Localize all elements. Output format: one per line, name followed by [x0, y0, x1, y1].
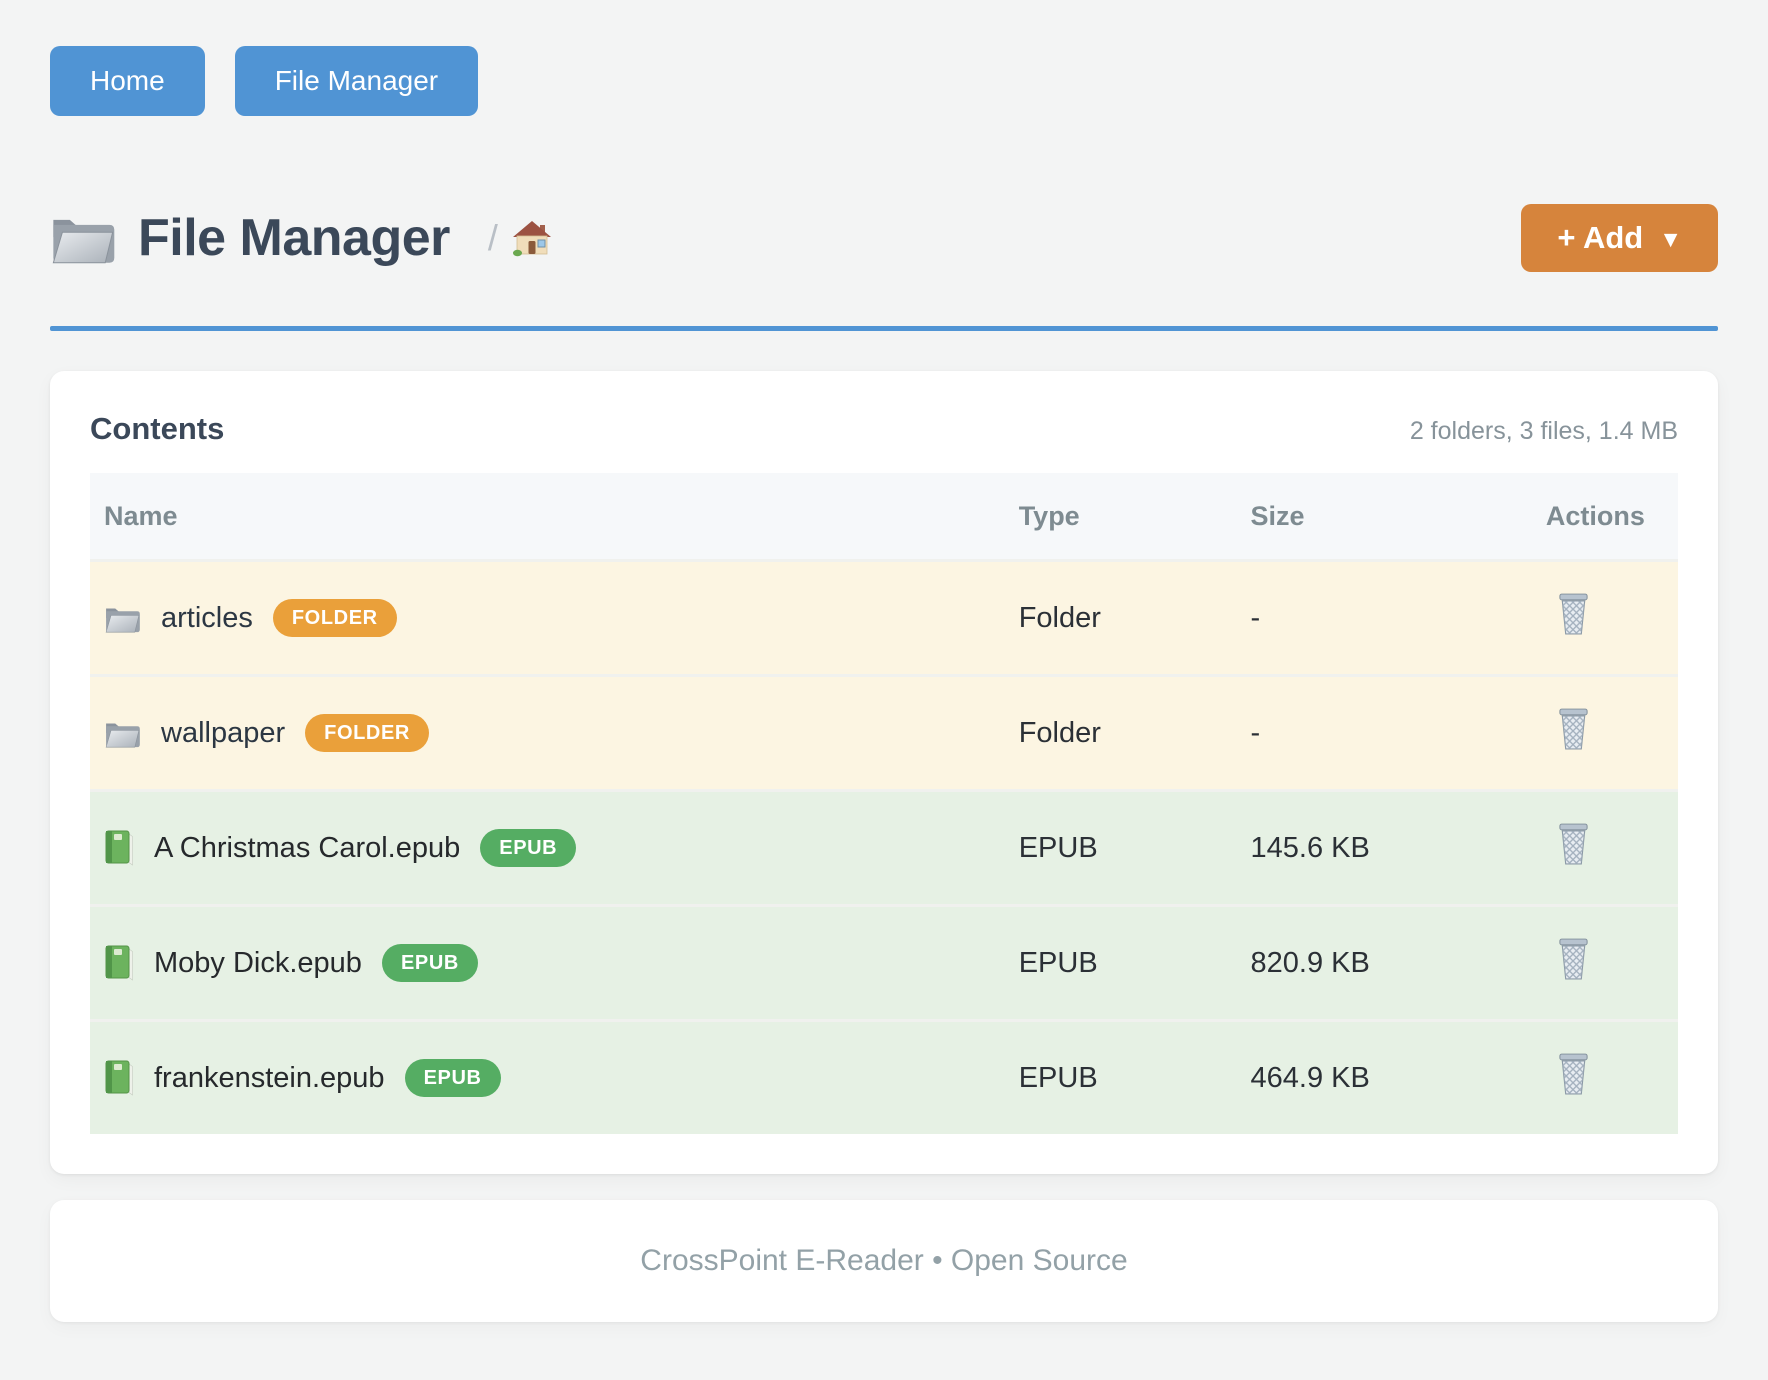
item-name[interactable]: articles — [161, 602, 253, 635]
page-title: File Manager — [138, 208, 450, 268]
delete-button[interactable] — [1556, 1052, 1591, 1096]
open-folder-icon — [50, 210, 116, 266]
breadcrumb: / — [488, 217, 498, 259]
delete-button[interactable] — [1556, 592, 1591, 636]
house-icon[interactable] — [512, 220, 552, 257]
delete-button[interactable] — [1556, 822, 1591, 866]
size-cell: 464.9 KB — [1237, 1021, 1532, 1135]
item-name[interactable]: Moby Dick.epub — [154, 947, 362, 980]
folder-icon — [104, 718, 141, 749]
contents-title: Contents — [90, 411, 224, 447]
item-name[interactable]: wallpaper — [161, 717, 285, 750]
type-cell: Folder — [1005, 676, 1237, 791]
nav-file-manager-button[interactable]: File Manager — [235, 46, 478, 116]
footer-text: CrossPoint E-Reader • Open Source — [640, 1244, 1127, 1278]
trash-icon — [1556, 592, 1591, 636]
table-row: Moby Dick.epub EPUB EPUB 820.9 KB — [90, 906, 1678, 1021]
item-name[interactable]: A Christmas Carol.epub — [154, 832, 460, 865]
add-button-label: + Add — [1557, 220, 1643, 256]
table-header-row: Name Type Size Actions — [90, 473, 1678, 561]
caret-down-icon: ▼ — [1659, 226, 1682, 253]
type-badge: FOLDER — [273, 599, 397, 637]
size-cell: - — [1237, 561, 1532, 676]
folder-icon — [104, 603, 141, 634]
type-cell: Folder — [1005, 561, 1237, 676]
trash-icon — [1556, 937, 1591, 981]
delete-button[interactable] — [1556, 707, 1591, 751]
type-cell: EPUB — [1005, 1021, 1237, 1135]
type-badge: EPUB — [405, 1059, 501, 1097]
top-nav: Home File Manager — [50, 0, 1718, 116]
type-badge: EPUB — [480, 829, 576, 867]
type-badge: EPUB — [382, 944, 478, 982]
green-book-icon — [104, 944, 134, 982]
green-book-icon — [104, 829, 134, 867]
column-header-actions: Actions — [1532, 473, 1678, 561]
file-table: Name Type Size Actions articles — [90, 473, 1678, 1134]
table-row: wallpaper FOLDER Folder - — [90, 676, 1678, 791]
file-manager-page: Home File Manager File Manager / — [0, 0, 1768, 1322]
trash-icon — [1556, 1052, 1591, 1096]
column-header-name: Name — [90, 473, 1005, 561]
nav-home-button[interactable]: Home — [50, 46, 205, 116]
green-book-icon — [104, 1059, 134, 1097]
size-cell: 145.6 KB — [1237, 791, 1532, 906]
footer: CrossPoint E-Reader • Open Source — [50, 1200, 1718, 1322]
table-row: A Christmas Carol.epub EPUB EPUB 145.6 K… — [90, 791, 1678, 906]
column-header-type: Type — [1005, 473, 1237, 561]
column-header-size: Size — [1237, 473, 1532, 561]
trash-icon — [1556, 822, 1591, 866]
trash-icon — [1556, 707, 1591, 751]
title-divider — [50, 326, 1718, 331]
size-cell: - — [1237, 676, 1532, 791]
type-badge: FOLDER — [305, 714, 429, 752]
table-row: articles FOLDER Folder - — [90, 561, 1678, 676]
contents-card: Contents 2 folders, 3 files, 1.4 MB Name… — [50, 371, 1718, 1174]
item-name[interactable]: frankenstein.epub — [154, 1062, 385, 1095]
add-button[interactable]: + Add ▼ — [1521, 204, 1718, 272]
table-row: frankenstein.epub EPUB EPUB 464.9 KB — [90, 1021, 1678, 1135]
delete-button[interactable] — [1556, 937, 1591, 981]
type-cell: EPUB — [1005, 906, 1237, 1021]
contents-summary: 2 folders, 3 files, 1.4 MB — [1410, 417, 1678, 446]
type-cell: EPUB — [1005, 791, 1237, 906]
page-header: File Manager / + Add ▼ — [50, 194, 1718, 282]
contents-table-body: articles FOLDER Folder - — [90, 561, 1678, 1135]
size-cell: 820.9 KB — [1237, 906, 1532, 1021]
